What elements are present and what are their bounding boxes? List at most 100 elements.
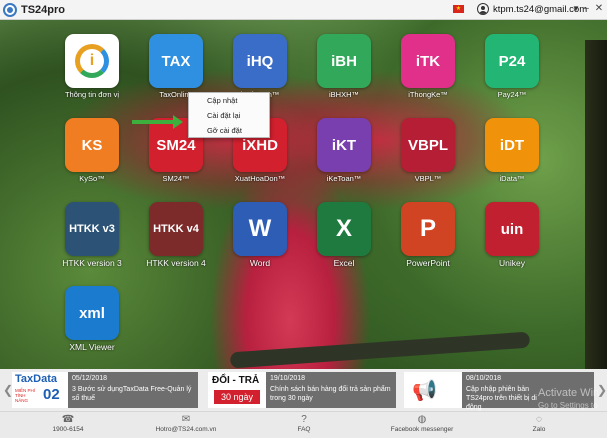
app-tile-htkk4[interactable]: HTKK v4 HTKK version 4 [134,202,218,268]
phone-icon: ☎ [61,414,75,425]
news-2-card[interactable]: 19/10/2018 Chính sách bán hàng đổi trả s… [266,372,396,408]
pointer-arrow-icon [132,120,175,124]
footer-messenger-label: Facebook messenger [390,426,454,433]
app-tile-ibh[interactable]: iBH iBHXH™ [302,34,386,99]
app-logo-icon [3,2,17,17]
app-tile-ppt[interactable]: P PowerPoint [386,202,470,268]
app-tile-htkk3[interactable]: HTKK v3 HTKK version 3 [50,202,134,268]
ppt-icon: P [401,202,455,256]
app-tile-label: HTKK version 4 [146,258,206,268]
context-menu: Cập nhật Cài đặt lại Gỡ cài đặt [188,92,270,138]
menu-item-uninstall[interactable]: Gỡ cài đặt [189,123,269,138]
app-tile-tax[interactable]: TAX TaxOnline [134,34,218,99]
news-3-date: 08/10/2018 [466,375,502,382]
app-tile-unikey[interactable]: uin Unikey [470,202,554,268]
app-tile-ihq[interactable]: iHQiHaiQuan™ [218,34,302,99]
xml-icon: xml [65,286,119,340]
minimize-icon[interactable]: – [580,2,592,16]
news-2-date: 19/10/2018 [270,375,306,382]
footer-faq[interactable]: ? FAQ [282,414,326,433]
news-3-text: Cập nhập phiên bản TS24pro trên thiết bị… [466,386,537,411]
app-tile-label: iBHXH™ [328,90,359,99]
tree-trunk-decoration [585,40,607,369]
app-tile-xml[interactable]: xml XML Viewer [50,286,134,352]
app-tile-label: Pay24™ [497,90,527,99]
app-tile-label: iThongKe™ [408,90,448,99]
tax-icon: TAX [149,34,203,88]
help-icon: ? [301,414,307,425]
app-tile-itk[interactable]: iTK iThongKe™ [386,34,470,99]
app-tile-idt[interactable]: iDT iData™ [470,118,554,183]
ihq-icon: iHQ [233,34,287,88]
news-2-banner[interactable]: ĐỔI - TRẢ 30 ngày [208,372,266,408]
htkk3-icon: HTKK v3 [65,202,119,256]
branch-decoration [229,331,531,369]
news-1-banner-title: TaxData [15,373,57,385]
app-tile-label: KySo™ [79,174,105,183]
app-tile-kyso[interactable]: KS KySo™ [50,118,134,183]
news-2-text: Chính sách bán hàng đổi trả sản phẩm tro… [270,386,391,402]
app-title: TS24pro [21,3,66,16]
app-tile-label: VBPL™ [414,174,442,183]
vbpl-icon: VBPL [401,118,455,172]
app-tile-label: Thông tin đơn vị [64,90,120,99]
app-tile-label: Word [249,258,271,268]
pointer-arrow-head-icon [173,115,183,129]
close-icon[interactable]: ✕ [593,2,605,16]
footer-faq-label: FAQ [297,426,311,433]
desktop-area: i Thông tin đơn vị TAXTaxOnlineiHQiHaiQuan… [0,20,607,369]
app-tile-word[interactable]: W Word [218,202,302,268]
app-tile-label: iData™ [499,174,525,183]
app-tile-label: PowerPoint [406,258,450,268]
idt-icon: iDT [485,118,539,172]
unikey-icon: uin [485,202,539,256]
app-tile-excel[interactable]: X Excel [302,202,386,268]
news-2-banner-sub: 30 ngày [214,390,260,404]
news-1-banner-sub: MIỄN PHÍ TÍNH NĂNG [15,388,36,403]
mail-icon: ✉ [181,414,191,425]
menu-item-update[interactable]: Cập nhật [189,93,269,108]
news-3-banner[interactable]: 📢 [404,372,462,408]
thongtin-icon: i [65,34,119,88]
news-bar: ❮ ❯ TaxData MIỄN PHÍ TÍNH NĂNG 02 05/12/… [0,369,607,411]
footer-hotline[interactable]: ☎ 1900-6154 [40,414,96,433]
menu-item-reinstall[interactable]: Cài đặt lại [189,108,269,123]
ikt-icon: iKT [317,118,371,172]
footer-email-label: Hotro@TS24.com.vn [155,426,217,433]
app-tile-label: iKeToan™ [326,174,362,183]
app-tile-ikt[interactable]: iKT iKeToan™ [302,118,386,183]
footer-hotline-label: 1900-6154 [52,426,84,433]
news-1-text: 3 Bước sử dụngTaxData Free-Quản lý số th… [72,386,192,402]
user-icon[interactable] [477,3,489,15]
app-tile-label: XML Viewer [69,342,115,352]
app-tile-thongtin[interactable]: i Thông tin đơn vị [50,34,134,99]
news-2-banner-title: ĐỔI - TRẢ [212,375,260,386]
htkk4-icon: HTKK v4 [149,202,203,256]
app-tile-p24[interactable]: P24 Pay24™ [470,34,554,99]
app-tile-label: Unikey [499,258,525,268]
activate-windows-title: Activate Win [538,387,600,399]
footer-zalo-label: Zalo [532,426,546,433]
vietnam-flag-icon[interactable]: ★ [453,5,464,13]
chevron-down-icon[interactable]: ▼ [572,4,580,13]
kyso-icon: KS [65,118,119,172]
news-1-banner[interactable]: TaxData MIỄN PHÍ TÍNH NĂNG 02 [12,372,68,408]
excel-icon: X [317,202,371,256]
footer: ☎ 1900-6154 ✉ Hotro@TS24.com.vn ? FAQ ◍ … [0,411,607,438]
footer-zalo[interactable]: ◌ Zalo [524,414,554,433]
news-1-date: 05/12/2018 [72,375,108,382]
app-tile-vbpl[interactable]: VBPL VBPL™ [386,118,470,183]
zalo-icon: ◌ [536,414,542,425]
app-tile-label: SM24™ [162,174,190,183]
news-1-card[interactable]: 05/12/2018 3 Bước sử dụngTaxData Free-Qu… [68,372,198,408]
itk-icon: iTK [401,34,455,88]
footer-email[interactable]: ✉ Hotro@TS24.com.vn [148,414,224,433]
megaphone-icon: 📢 [412,380,437,402]
activate-windows-sub: Go to Settings to [538,401,598,410]
footer-messenger[interactable]: ◍ Facebook messenger [385,414,459,433]
app-tile-label: Excel [333,258,355,268]
word-icon: W [233,202,287,256]
ibh-icon: iBH [317,34,371,88]
title-bar: TS24pro ★ ktpm.ts24@gmail.com ▼ – ✕ [0,0,607,20]
app-tile-label: HTKK version 3 [62,258,122,268]
